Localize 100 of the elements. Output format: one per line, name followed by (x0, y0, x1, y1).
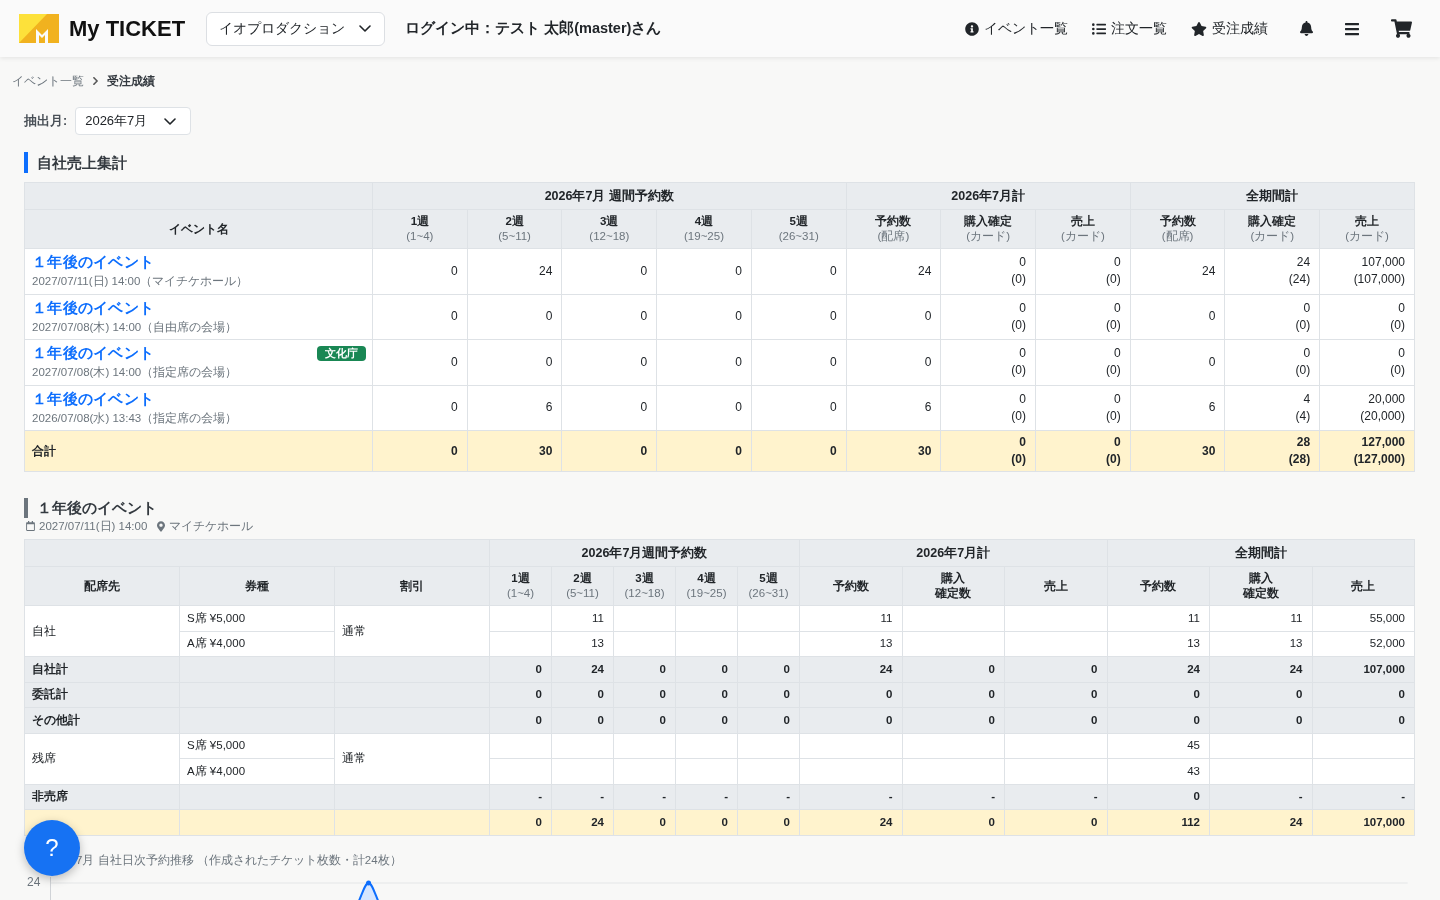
month-label: 抽出月: (24, 112, 68, 130)
table-cell: 0 (0) (1035, 385, 1131, 431)
table-cell: 0 (0) (1319, 339, 1415, 385)
category-badge: 文化庁 (317, 345, 366, 361)
table-cell: 20,000 (20,000) (1319, 385, 1415, 431)
breadcrumb-link[interactable]: イベント一覧 (12, 72, 84, 90)
table-cell: 0 (656, 248, 752, 294)
column-label: 2週 (505, 214, 524, 229)
nav-link[interactable]: 注文一覧 (1092, 19, 1167, 38)
event-link[interactable]: １年後のイベント (32, 388, 155, 409)
table-cell: 自社 (24, 605, 180, 657)
table-cell: 28 (28) (1224, 430, 1320, 472)
menu-button[interactable] (1345, 20, 1359, 37)
list-icon (1092, 21, 1106, 36)
table-cell: 0 (1209, 707, 1312, 733)
column-label: 5週 (759, 571, 778, 586)
event-link[interactable]: １年後のイベント (32, 252, 155, 273)
table-cell: 0 (799, 707, 902, 733)
table-cell: 残席 (24, 733, 180, 784)
table-cell: 0 (1209, 682, 1312, 708)
table-cell: 6 (846, 385, 941, 431)
column-header: 購入 確定数 (902, 566, 1005, 606)
column-label: 売上 (1070, 214, 1095, 229)
month-select[interactable]: 2026年7月 (75, 107, 192, 135)
column-group-header: 全期間計 (1130, 182, 1415, 210)
table-cell: 0 (902, 809, 1005, 835)
column-header: 売上 (1312, 566, 1415, 606)
table-cell: 24 (846, 248, 941, 294)
table-cell: 24 (467, 248, 562, 294)
table-cell: 13 (799, 631, 902, 657)
table-cell: 0 (1312, 707, 1415, 733)
table-cell: 0 (1130, 339, 1225, 385)
section-title: １年後のイベント (24, 498, 157, 518)
table-cell: 107,000 (107,000) (1319, 248, 1415, 294)
calendar-icon (26, 521, 35, 531)
cart-icon (1391, 19, 1412, 38)
column-range: (1~4) (506, 586, 535, 601)
table-cell: 30 (467, 430, 562, 472)
table-cell: 107,000 (1312, 809, 1415, 835)
column-range: (12~18) (589, 229, 630, 244)
table-cell: 0 (0) (940, 385, 1036, 431)
table-cell: 30 (1130, 430, 1225, 472)
table-cell: 13 (1107, 631, 1210, 657)
notifications-button[interactable] (1300, 21, 1313, 36)
table-cell: 24 (1209, 809, 1312, 835)
column-range: (配席) (877, 229, 910, 244)
star-icon (1191, 21, 1207, 36)
table-cell: 0 (372, 294, 468, 340)
breadcrumb-current: 受注成績 (107, 72, 155, 90)
column-group-header: 全期間計 (1107, 539, 1415, 567)
axis-label: 24 (27, 874, 41, 889)
column-label: 4週 (697, 571, 716, 586)
event-date: 2027/07/11(日) 14:00 (39, 518, 148, 534)
table-cell: 0 (0) (1224, 294, 1320, 340)
table-cell: 55,000 (1312, 605, 1415, 631)
event-schedule: 2027/07/11(日) 14:00（マイチケホール） (32, 272, 249, 291)
table-cell: 127,000 (127,000) (1319, 430, 1415, 472)
table-cell: 107,000 (1312, 656, 1415, 682)
table-cell: 0 (902, 656, 1005, 682)
column-header: 売上 (1004, 566, 1107, 606)
table-cell: 43 (1107, 758, 1210, 784)
table-cell: 0 (1107, 707, 1210, 733)
table-cell: 0 (0) (1224, 339, 1320, 385)
column-label: 予約数 (875, 214, 912, 229)
table-cell: 0 (467, 339, 562, 385)
table-cell: - (902, 784, 1005, 810)
table-cell: 通常 (334, 733, 490, 784)
section-title: 自社売上集計 (24, 152, 127, 173)
table-cell: 6 (1130, 385, 1225, 431)
table-cell: 0 (1130, 294, 1225, 340)
event-link[interactable]: １年後のイベント (32, 343, 155, 364)
event-link[interactable]: １年後のイベント (32, 297, 155, 318)
table-cell: A席 ¥4,000 (179, 758, 335, 784)
nav-link[interactable]: 受注成績 (1191, 19, 1268, 38)
nav-link[interactable]: イベント一覧 (965, 19, 1068, 38)
company-select[interactable]: イオプロダクション (206, 11, 386, 46)
table-cell: 0 (902, 707, 1005, 733)
table-cell: - (799, 784, 902, 810)
chevron-right-icon (93, 77, 98, 85)
table-cell: 4 (4) (1224, 385, 1320, 431)
column-range: (配席) (1161, 229, 1194, 244)
column-header: 予約数 (1107, 566, 1210, 606)
table-cell: 0 (0) (940, 339, 1036, 385)
table-cell: 0 (1004, 707, 1107, 733)
table-cell: 0 (467, 294, 562, 340)
map-pin-icon (157, 520, 166, 532)
table-cell: 0 (846, 294, 941, 340)
column-group-header: 2026年7月 週間予約数 (372, 182, 847, 210)
table-cell: 0 (1107, 682, 1210, 708)
table-cell: その他計 (24, 707, 180, 733)
table-cell: 0 (751, 294, 847, 340)
table-cell: 112 (1107, 809, 1210, 835)
table-cell: 52,000 (1312, 631, 1415, 657)
column-header: イベント名 (24, 209, 373, 249)
column-range: (12~18) (624, 586, 665, 601)
cart-button[interactable] (1391, 19, 1412, 38)
table-cell: 0 (656, 294, 752, 340)
column-header: 割引 (334, 566, 490, 606)
table-cell: 0 (1312, 682, 1415, 708)
table-cell: 0 (561, 248, 657, 294)
